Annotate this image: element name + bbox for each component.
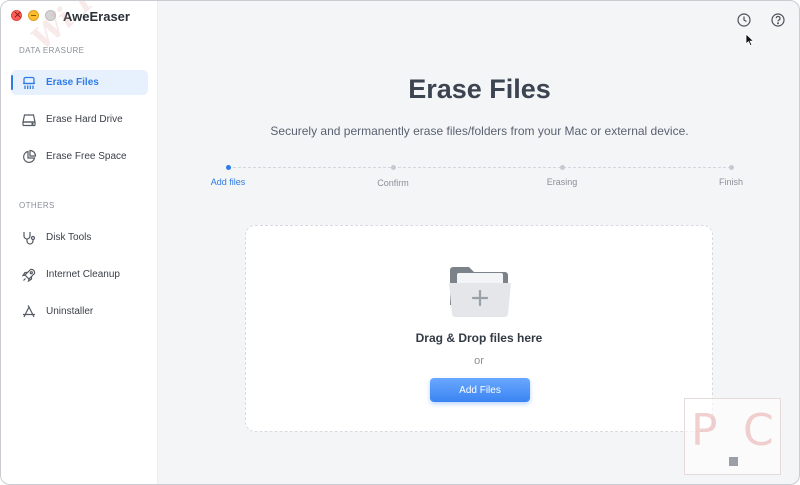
sidebar-item-uninstaller[interactable]: Uninstaller (11, 299, 148, 324)
step-label: Add files (210, 177, 246, 187)
page-subtitle: Securely and permanently erase files/fol… (270, 124, 689, 138)
badge-letter: P (691, 405, 718, 456)
step-label: Erasing (546, 177, 578, 187)
sidebar-item-erase-files[interactable]: Erase Files (11, 70, 148, 95)
step-dot (728, 165, 734, 170)
step-add-files: Add files (188, 161, 268, 187)
drop-instructions: Drag & Drop files here (415, 331, 543, 345)
step-dot (225, 165, 231, 170)
drop-zone[interactable]: Drag & Drop files here or Add Files (245, 225, 713, 432)
step-finish: Finish (691, 161, 771, 187)
hard-drive-icon (21, 112, 37, 128)
sidebar-item-label: Uninstaller (46, 306, 94, 317)
section-label-others: OTHERS (19, 201, 55, 210)
minimize-window-button[interactable] (28, 10, 39, 21)
window-controls (11, 8, 56, 21)
clock-icon[interactable] (736, 12, 752, 28)
step-dot (390, 165, 396, 170)
pie-chart-icon (21, 149, 37, 165)
step-erasing: Erasing (522, 161, 602, 187)
zoom-window-button[interactable] (45, 10, 56, 21)
stethoscope-icon (21, 230, 37, 246)
page-title: Erase Files (408, 74, 551, 104)
sidebar-item-label: Internet Cleanup (46, 269, 120, 280)
app-store-icon (21, 304, 37, 320)
sidebar: AweEraser Wi PC DATA ERASURE Erase Files (1, 1, 158, 484)
section-label-data-erasure: DATA ERASURE (19, 46, 85, 55)
help-icon[interactable] (770, 12, 786, 28)
erase-files-icon (21, 75, 37, 91)
sidebar-item-label: Erase Free Space (46, 151, 127, 162)
step-label: Finish (718, 177, 743, 187)
sidebar-item-erase-free-space[interactable]: Erase Free Space (11, 144, 148, 169)
add-files-button[interactable]: Add Files (430, 378, 530, 402)
sidebar-item-erase-hard-drive[interactable]: Erase Hard Drive (11, 107, 148, 132)
rocket-icon (21, 267, 37, 283)
sidebar-item-label: Erase Files (46, 77, 99, 88)
close-window-button[interactable] (11, 8, 22, 21)
step-label: Confirm (377, 178, 409, 188)
app-window: AweEraser Wi PC DATA ERASURE Erase Files (0, 0, 800, 485)
folder-add-icon (449, 267, 511, 317)
stepper-line (228, 167, 731, 168)
sidebar-item-internet-cleanup[interactable]: Internet Cleanup (11, 262, 148, 287)
mouse-cursor-icon (745, 33, 755, 47)
step-confirm: Confirm (353, 161, 433, 188)
or-separator: or (474, 355, 484, 367)
step-dot (559, 165, 565, 170)
progress-stepper: Add files Confirm Erasing Finish (201, 161, 761, 201)
badge-square (729, 457, 738, 466)
app-title: AweEraser (63, 9, 130, 24)
sidebar-item-label: Erase Hard Drive (46, 114, 123, 125)
pc-watermark-badge: P C (684, 398, 781, 475)
sidebar-item-disk-tools[interactable]: Disk Tools (11, 225, 148, 250)
badge-letter: C (743, 405, 774, 456)
sidebar-item-label: Disk Tools (46, 232, 92, 243)
